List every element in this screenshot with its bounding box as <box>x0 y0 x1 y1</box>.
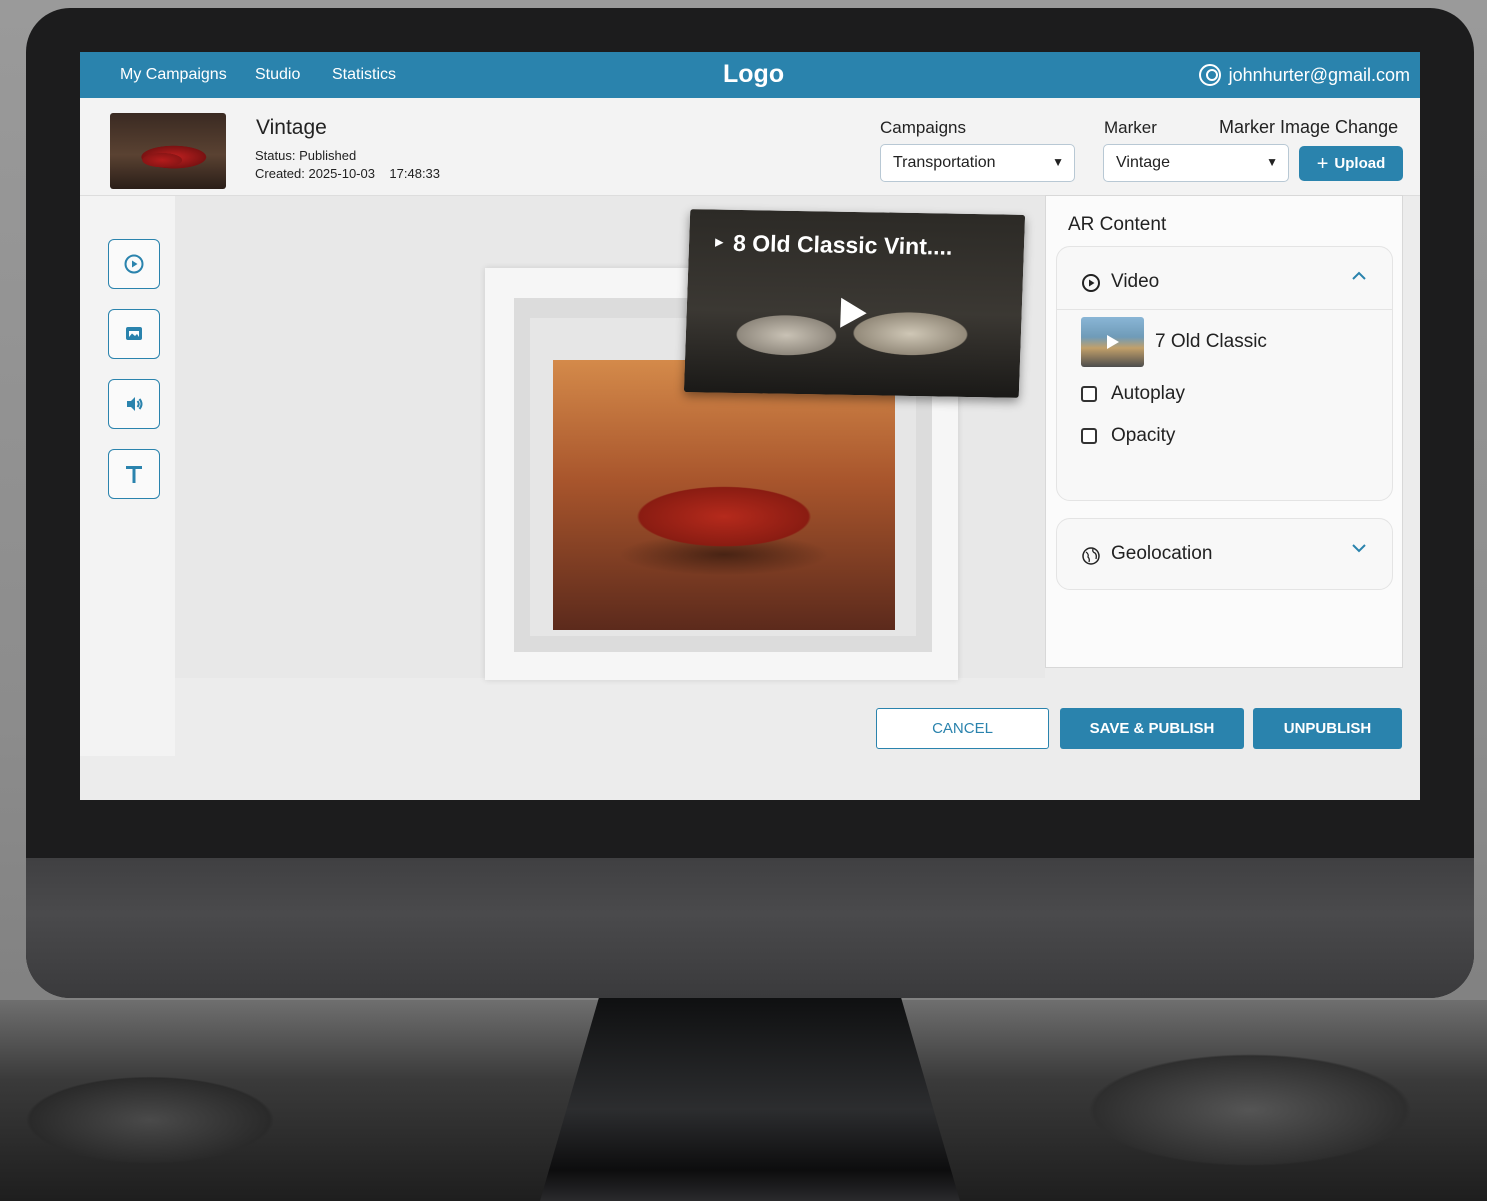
play-circle-icon <box>124 254 144 274</box>
video-section-label: Video <box>1111 271 1160 292</box>
monitor-stand <box>540 998 960 1201</box>
add-audio-button[interactable] <box>108 379 160 429</box>
upload-button-label: Upload <box>1334 155 1386 172</box>
image-icon <box>126 327 142 340</box>
dropdown-arrow-icon: ▼ <box>1052 155 1064 169</box>
marker-label: Marker <box>1104 118 1157 137</box>
globe-icon <box>1082 547 1100 565</box>
geolocation-section-header[interactable]: Geolocation <box>1057 519 1392 581</box>
video-section: Video 7 Old Classic Autoplay Opacity <box>1056 246 1393 501</box>
plus-icon: + <box>1316 152 1329 175</box>
user-icon <box>1198 64 1221 86</box>
text-icon <box>126 466 142 483</box>
video-section-header[interactable]: Video <box>1057 247 1392 309</box>
campaign-status: Status: Published <box>255 148 357 163</box>
campaigns-select[interactable]: Transportation ▼ <box>880 144 1075 182</box>
ar-content-title: AR Content <box>1068 214 1167 235</box>
geolocation-section-label: Geolocation <box>1111 543 1213 564</box>
opacity-checkbox[interactable]: Opacity <box>1081 425 1175 447</box>
campaign-created-date: Created: 2025-10-03 17:48:33 <box>255 166 441 181</box>
add-text-button[interactable] <box>108 449 160 499</box>
autoplay-label: Autoplay <box>1111 383 1185 404</box>
add-video-button[interactable] <box>108 239 160 289</box>
add-image-button[interactable] <box>108 309 160 359</box>
campaigns-select-value: Transportation <box>893 154 996 171</box>
save-publish-button[interactable]: SAVE & PUBLISH <box>1060 708 1244 749</box>
opacity-checkbox-box[interactable] <box>1081 428 1097 444</box>
user-account[interactable]: johnhurter@gmail.com <box>1198 64 1410 86</box>
ar-content-panel: AR Content Video 7 Old Classic Autoplay … <box>1045 195 1403 668</box>
campaign-title: Vintage <box>256 116 327 139</box>
autoplay-checkbox[interactable]: Autoplay <box>1081 383 1185 405</box>
nav-statistics[interactable]: Statistics <box>332 66 396 84</box>
chevron-up-icon[interactable] <box>1352 269 1366 283</box>
unpublish-button[interactable]: UNPUBLISH <box>1253 708 1402 749</box>
top-navigation-bar: My Campaigns Studio Statistics Logo john… <box>80 52 1420 98</box>
opacity-label: Opacity <box>1111 425 1176 446</box>
marker-image-change-label: Marker Image Change <box>1219 117 1399 137</box>
logo[interactable]: Logo <box>723 60 784 89</box>
geolocation-section: Geolocation <box>1056 518 1393 590</box>
app-screen: My Campaigns Studio Statistics Logo john… <box>80 52 1420 800</box>
video-overlay-title: 8 Old Classic Vint.... <box>732 229 953 260</box>
marker-image <box>553 360 895 630</box>
video-item-name[interactable]: 7 Old Classic <box>1155 331 1267 353</box>
section-divider <box>1057 309 1392 310</box>
ar-video-overlay[interactable]: ▶ 8 Old Classic Vint.... <box>683 209 1026 398</box>
marker-select-value: Vintage <box>1116 154 1170 171</box>
play-icon[interactable] <box>840 297 868 329</box>
campaign-header: Vintage Status: Published Created: 2025-… <box>80 98 1420 196</box>
user-email: johnhurter@gmail.com <box>1228 64 1410 85</box>
play-circle-icon <box>1082 274 1100 292</box>
campaigns-label: Campaigns <box>880 118 966 137</box>
campaign-thumbnail <box>110 113 226 189</box>
speaker-icon <box>127 397 143 411</box>
video-item-thumbnail[interactable] <box>1081 317 1144 367</box>
cancel-button[interactable]: CANCEL <box>876 708 1049 749</box>
marker-select[interactable]: Vintage ▼ <box>1103 144 1289 182</box>
dropdown-arrow-icon: ▼ <box>1266 155 1278 169</box>
autoplay-checkbox-box[interactable] <box>1081 386 1097 402</box>
monitor-chin <box>26 858 1474 998</box>
upload-button[interactable]: + Upload <box>1299 146 1403 181</box>
chevron-down-icon[interactable] <box>1352 541 1366 555</box>
nav-studio[interactable]: Studio <box>255 66 300 84</box>
nav-my-campaigns[interactable]: My Campaigns <box>120 66 227 84</box>
play-small-icon: ▶ <box>714 236 724 249</box>
tool-column <box>80 196 175 756</box>
